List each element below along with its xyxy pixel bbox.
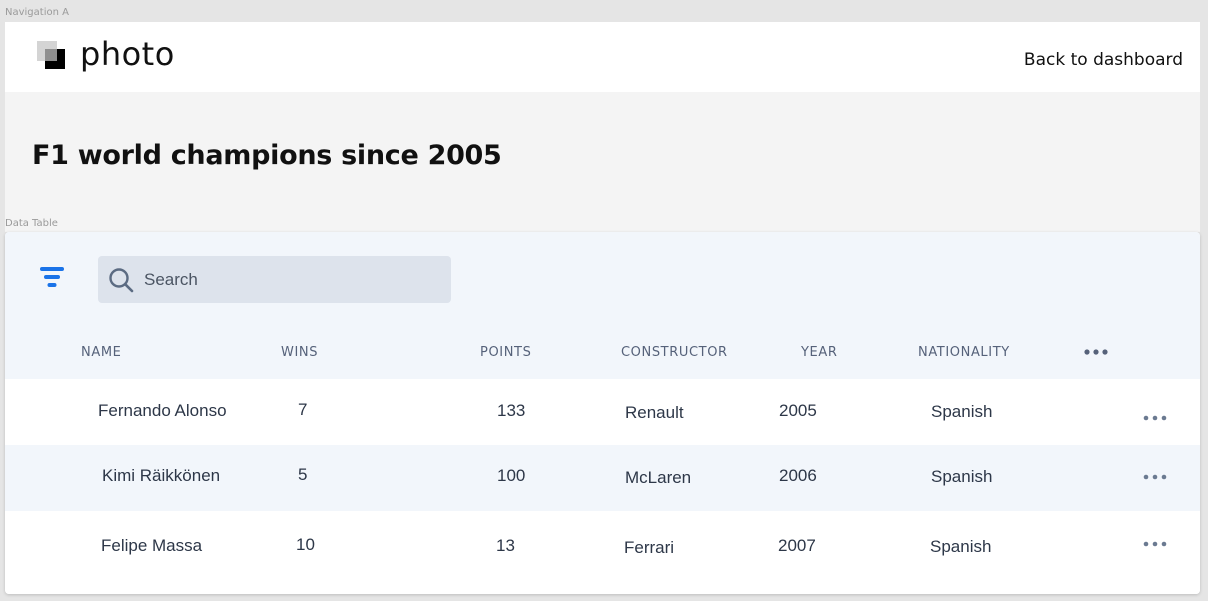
cell-name: Fernando Alonso <box>98 401 227 420</box>
page-header: F1 world champions since 2005 <box>5 92 1200 232</box>
page-title: F1 world champions since 2005 <box>32 140 502 171</box>
cell-year: 2006 <box>779 466 817 485</box>
cell-constructor: Renault <box>625 403 684 422</box>
search-icon <box>109 267 134 292</box>
row-actions-icon[interactable] <box>1142 539 1168 549</box>
table-row[interactable]: Felipe Massa 10 13 Ferrari 2007 Spanish <box>5 511 1200 594</box>
column-header-points[interactable]: POINTS <box>480 345 531 360</box>
frame-label-data-table: Data Table <box>5 218 58 229</box>
column-header-nationality[interactable]: NATIONALITY <box>918 345 1010 360</box>
cell-wins: 7 <box>298 400 308 419</box>
table-row[interactable]: Fernando Alonso 7 133 Renault 2005 Spani… <box>5 379 1200 445</box>
logo-mark-icon <box>37 41 65 69</box>
filter-icon[interactable] <box>39 266 65 292</box>
cell-wins: 10 <box>296 535 315 554</box>
cell-name: Kimi Räikkönen <box>102 466 221 485</box>
cell-wins: 5 <box>298 465 308 484</box>
search-box[interactable] <box>98 256 451 303</box>
navbar: photo Back to dashboard <box>5 22 1200 92</box>
cell-nationality: Spanish <box>931 467 993 486</box>
cell-points: 133 <box>497 401 526 420</box>
table-row[interactable]: Kimi Räikkönen 5 100 McLaren 2006 Spanis… <box>5 445 1200 511</box>
column-header-wins[interactable]: WINS <box>281 345 318 360</box>
logo-text: photo <box>80 35 175 73</box>
back-to-dashboard-link[interactable]: Back to dashboard <box>1024 50 1183 70</box>
search-input[interactable] <box>144 269 434 290</box>
row-actions-icon[interactable] <box>1142 413 1168 423</box>
table-toolbar: NAME WINS POINTS CONSTRUCTOR YEAR NATION… <box>5 232 1200 379</box>
cell-constructor: McLaren <box>625 468 692 487</box>
cell-year: 2007 <box>778 536 816 555</box>
data-table: NAME WINS POINTS CONSTRUCTOR YEAR NATION… <box>5 232 1200 594</box>
cell-nationality: Spanish <box>931 402 993 421</box>
cell-name: Felipe Massa <box>101 536 203 555</box>
cell-year: 2005 <box>779 401 817 420</box>
frame-label-navigation: Navigation A <box>5 7 69 18</box>
column-header-name[interactable]: NAME <box>81 345 121 360</box>
cell-constructor: Ferrari <box>624 538 675 557</box>
cell-points: 100 <box>497 466 526 485</box>
column-header-constructor[interactable]: CONSTRUCTOR <box>621 345 728 360</box>
more-columns-icon[interactable] <box>1083 346 1109 358</box>
cell-nationality: Spanish <box>930 537 992 556</box>
row-actions-icon[interactable] <box>1142 472 1168 482</box>
column-header-year[interactable]: YEAR <box>801 345 837 360</box>
logo[interactable]: photo <box>36 35 175 73</box>
cell-points: 13 <box>496 536 515 555</box>
